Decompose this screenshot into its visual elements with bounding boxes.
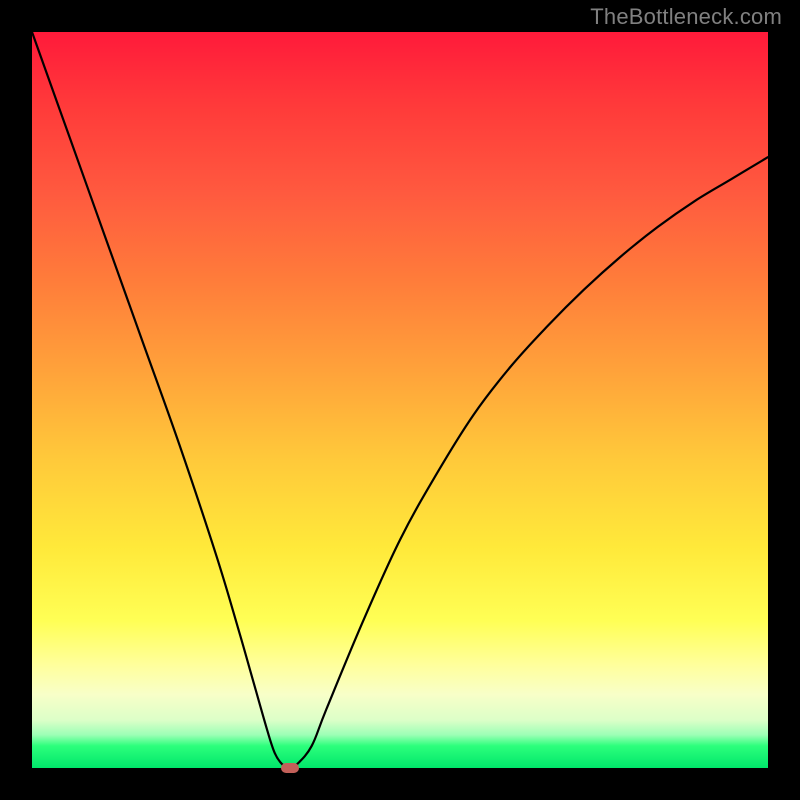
watermark-text: TheBottleneck.com: [590, 4, 782, 30]
chart-frame: TheBottleneck.com: [0, 0, 800, 800]
plot-area: [32, 32, 768, 768]
bottleneck-curve: [32, 32, 768, 768]
minimum-marker: [281, 763, 299, 773]
curve-svg: [32, 32, 768, 768]
